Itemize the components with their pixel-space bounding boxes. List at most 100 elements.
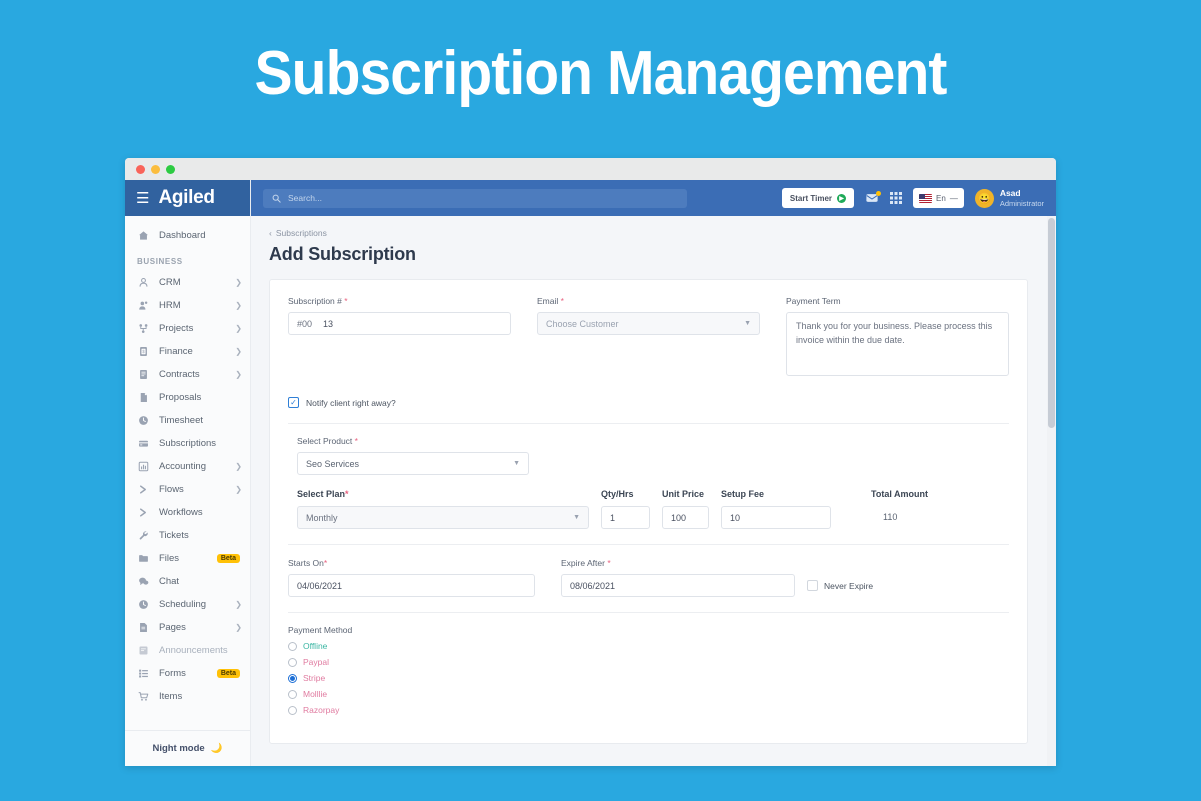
scrollbar-thumb[interactable] [1048,218,1055,428]
chevron-right-icon: ❯ [235,324,242,333]
customer-select[interactable]: Choose Customer ▼ [537,312,760,335]
sidebar-item-files[interactable]: Files Beta [125,547,250,570]
expire-after-label: Expire After * [561,558,795,568]
form-row-1: Subscription # * #00 13 Email * Choose C… [288,296,1009,381]
select-product-dropdown[interactable]: Seo Services ▼ [297,452,529,475]
divider-2 [288,544,1009,545]
radio-button[interactable] [288,673,297,683]
sidebar-item-subscriptions[interactable]: Subscriptions [125,432,250,455]
qty-input[interactable] [601,506,650,529]
required-marker: * [607,558,611,568]
sidebar-item-label: HRM [159,300,181,311]
contract-icon [137,369,150,380]
sidebar-item-flows[interactable]: Flows ❯ [125,478,250,501]
sidebar-section-business: BUSINESS [137,257,183,266]
payment-option-paypal[interactable]: Paypal [288,657,1009,667]
subscription-number-label: Subscription # * [288,296,511,306]
sidebar-item-finance[interactable]: $ Finance ❯ [125,340,250,363]
field-select-plan: Select Plan* Monthly ▼ [297,489,589,529]
window-titlebar [125,158,1056,180]
sidebar-item-scheduling[interactable]: Scheduling ❯ [125,593,250,616]
expire-after-input[interactable] [561,574,795,597]
maximize-window-button[interactable] [166,164,175,174]
topbar: Search... Start Timer ▶ En — 😀 Asad Admi… [251,180,1056,216]
search-input[interactable]: Search... [263,188,687,208]
sidebar-item-tickets[interactable]: Tickets [125,524,250,547]
sidebar-item-forms[interactable]: Forms Beta [125,662,250,685]
sidebar-item-workflows[interactable]: Workflows [125,501,250,524]
never-expire-checkbox[interactable]: ✓ [807,580,818,591]
never-expire-label: Never Expire [824,580,874,591]
label-text: Expire After [561,558,605,568]
subscription-number-input[interactable]: 13 [323,319,333,329]
apps-grid-icon[interactable] [890,192,903,204]
clock-icon [139,416,148,425]
content-scrollbar[interactable] [1047,216,1056,766]
forms-icon [139,669,148,678]
select-plan-dropdown[interactable]: Monthly ▼ [297,506,589,529]
night-mode-toggle[interactable]: Night mode 🌙 [125,730,250,766]
sidebar-item-accounting[interactable]: Accounting ❯ [125,455,250,478]
sidebar-item-items[interactable]: Items [125,685,250,708]
announce-icon [139,646,148,655]
sidebar-item-timesheet[interactable]: Timesheet [125,409,250,432]
sidebar-item-chat[interactable]: Chat [125,570,250,593]
radio-button[interactable] [288,705,297,715]
minimize-window-button[interactable] [151,164,160,174]
payment-option-molllie[interactable]: Molllie [288,689,1009,699]
page-heading: Add Subscription [269,244,416,264]
sidebar-item-crm[interactable]: CRM ❯ [125,271,250,294]
radio-button[interactable] [288,641,297,651]
sidebar-item-dashboard[interactable]: Dashboard [125,224,250,247]
moon-icon: 🌙 [210,743,223,754]
payment-option-offline[interactable]: Offline [288,641,1009,651]
qty-label: Qty/Hrs [601,489,634,499]
sidebar-item-label: Projects [159,323,194,334]
sidebar: ☰ Agiled Dashboard BUSINESS CRM ❯ HRM ❯ Projec… [125,180,251,766]
setup-fee-input[interactable] [721,506,831,529]
email-label: Email * [537,296,760,306]
start-timer-label: Start Timer [789,193,833,203]
search-icon [272,194,281,203]
language-label: En [936,193,946,203]
select-product-label: Select Product * [297,436,1009,446]
breadcrumb-label: Subscriptions [275,228,327,238]
breadcrumb[interactable]: ‹ Subscriptions [269,228,1028,238]
unit-price-input[interactable] [662,506,709,529]
payment-option-label: Paypal [303,657,329,667]
pages-icon [140,623,147,632]
user-menu[interactable]: 😀 Asad Administrator [974,188,1044,208]
radio-button[interactable] [288,657,297,667]
sidebar-item-hrm[interactable]: HRM ❯ [125,294,250,317]
card-icon [139,440,148,447]
chat-icon [139,577,149,585]
document-icon [140,393,147,402]
hamburger-menu-icon[interactable]: ☰ [136,191,149,206]
required-marker: * [560,296,564,306]
chevron-left-icon: ‹ [269,228,272,238]
notify-client-checkbox[interactable]: ✓ [288,397,299,408]
payment-method-options: Offline Paypal Stripe Molllie Razorpay [288,641,1009,715]
notifications-icon[interactable] [865,191,882,204]
sidebar-item-label: Subscriptions [159,438,217,449]
payment-option-label: Stripe [303,673,326,683]
language-selector[interactable]: En — [913,188,964,208]
project-icon [137,323,150,334]
label-text: Select Product [297,436,353,446]
folder-icon [137,553,150,564]
sidebar-item-proposals[interactable]: Proposals [125,386,250,409]
sidebar-item-projects[interactable]: Projects ❯ [125,317,250,340]
starts-on-input[interactable] [288,574,535,597]
payment-term-textarea[interactable]: Thank you for your business. Please proc… [786,312,1009,376]
sidebar-item-announcements[interactable]: Announcements [125,639,250,662]
payment-option-stripe[interactable]: Stripe [288,673,1009,683]
page-title: Subscription Management [254,39,948,108]
total-amount-label: Total Amount [871,489,928,499]
sidebar-item-contracts[interactable]: Contracts ❯ [125,363,250,386]
sidebar-nav[interactable]: Dashboard BUSINESS CRM ❯ HRM ❯ Projects ❯ $ Finan… [125,216,250,730]
start-timer-button[interactable]: Start Timer ▶ [781,188,855,208]
radio-button[interactable] [288,689,297,699]
sidebar-item-pages[interactable]: Pages ❯ [125,616,250,639]
close-window-button[interactable] [136,164,145,174]
payment-option-razorpay[interactable]: Razorpay [288,705,1009,715]
